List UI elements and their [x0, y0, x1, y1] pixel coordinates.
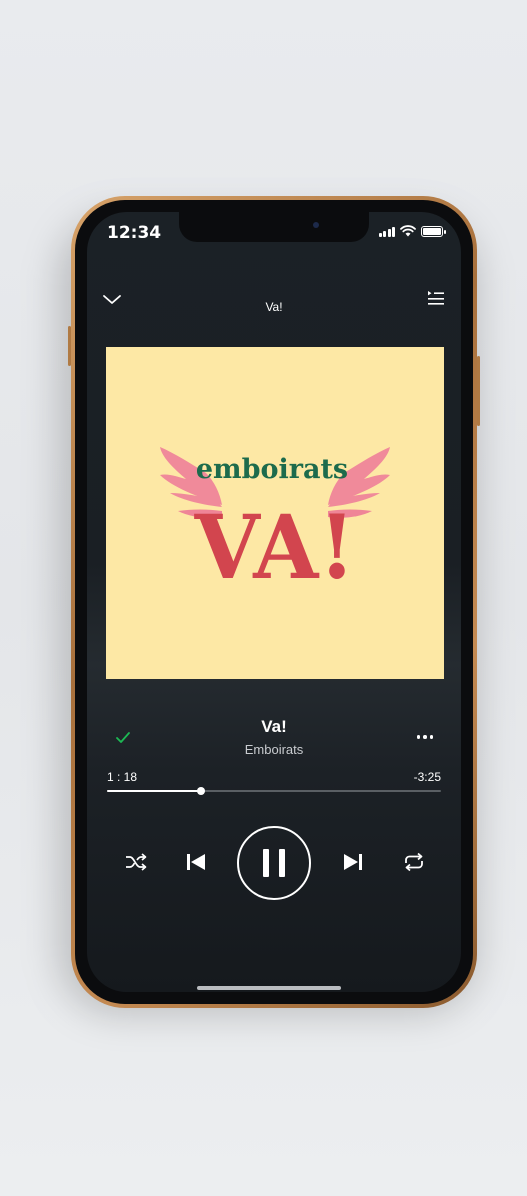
wifi-icon: [400, 225, 416, 237]
progress-bar[interactable]: [107, 787, 441, 795]
phone-frame: 12:34 Va! emboirats VA! Va! Emboirats 1 …: [68, 196, 480, 1008]
album-cover-graphic: emboirats VA!: [106, 347, 444, 679]
progress-fill: [107, 790, 201, 792]
signal-icon: [378, 226, 395, 237]
battery-icon: [421, 225, 446, 237]
pause-button[interactable]: [237, 826, 311, 900]
brand-text: emboirats: [196, 454, 348, 485]
repeat-icon[interactable]: [403, 852, 425, 872]
pause-icon: [263, 849, 285, 877]
power-button: [477, 356, 480, 426]
queue-icon[interactable]: [427, 288, 445, 308]
playback-controls: [87, 824, 461, 900]
phone-bezel: 12:34 Va! emboirats VA! Va! Emboirats 1 …: [75, 200, 473, 1004]
notch: [179, 212, 369, 242]
player-screen: 12:34 Va! emboirats VA! Va! Emboirats 1 …: [87, 212, 461, 992]
cover-title-text: VA!: [194, 496, 356, 599]
status-time: 12:34: [107, 223, 162, 243]
status-icons: [378, 225, 446, 237]
home-indicator[interactable]: [197, 986, 341, 990]
player-topbar: Va!: [87, 284, 461, 314]
track-title: Va!: [261, 717, 287, 736]
time-elapsed: 1 : 18: [107, 770, 138, 784]
more-options-icon[interactable]: [416, 735, 433, 739]
volume-button: [68, 326, 71, 366]
skip-back-icon[interactable]: [186, 853, 206, 871]
camera-dot: [313, 222, 319, 228]
skip-forward-icon[interactable]: [343, 853, 363, 871]
track-artist[interactable]: Emboirats: [87, 742, 461, 757]
progress-knob[interactable]: [196, 787, 205, 795]
album-art: emboirats VA!: [106, 347, 444, 679]
shuffle-icon[interactable]: [125, 853, 147, 871]
time-remaining: -3:25: [413, 770, 441, 784]
header-title: Va!: [265, 300, 283, 314]
